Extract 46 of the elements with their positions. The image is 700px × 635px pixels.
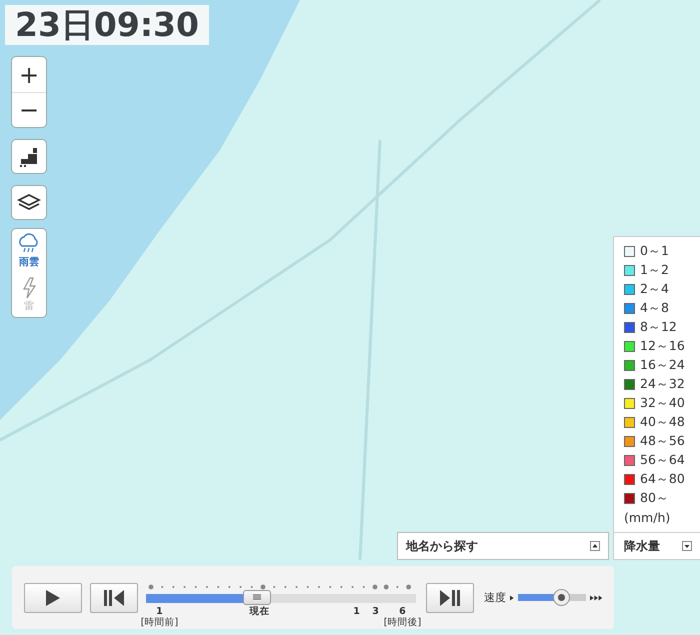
legend-dropdown[interactable]: 降水量 <box>613 532 700 560</box>
play-button[interactable] <box>24 582 82 612</box>
legend-label: 2～4 <box>640 281 669 298</box>
legend-label: 12～16 <box>640 338 685 355</box>
layer-button[interactable]: 雨雲 <box>12 229 46 273</box>
legend-label: 80～ <box>640 490 669 507</box>
legend-label: 4～8 <box>640 300 669 317</box>
rewind-button[interactable] <box>90 582 138 612</box>
fast-icon <box>590 594 602 602</box>
legend-label: 64～80 <box>640 471 685 488</box>
tick-label: 1 <box>156 606 163 616</box>
legend-label: 40～48 <box>640 414 685 431</box>
legend-label: 48～56 <box>640 433 685 450</box>
legend-label: 32～40 <box>640 395 685 412</box>
layers-button[interactable] <box>11 185 47 220</box>
step-forward-button[interactable] <box>426 582 474 612</box>
unit-label: (mm/h) <box>624 509 672 527</box>
tick-sublabel: [時間後] <box>384 616 422 628</box>
japan-map-icon <box>18 146 40 168</box>
legend-label: 56～64 <box>640 452 685 469</box>
legend-label: 8～12 <box>640 319 677 336</box>
legend-label: 16～24 <box>640 357 685 374</box>
tick-label: 6 <box>399 606 406 616</box>
place-search-dropdown[interactable]: 地名から探す <box>397 532 609 560</box>
dropdown-icon <box>590 541 600 551</box>
time-label: 23日09:30 <box>5 5 209 45</box>
play-icon <box>45 588 61 606</box>
tick-label: 3 <box>372 606 379 616</box>
tick-label: 現在 <box>249 606 270 616</box>
legend-label: 0～1 <box>640 243 669 260</box>
slow-icon <box>510 594 514 602</box>
timeline-handle[interactable] <box>242 590 271 604</box>
step-back-icon <box>103 590 125 606</box>
step-forward-icon <box>439 590 461 606</box>
grip-icon <box>252 594 261 600</box>
lightning-icon <box>21 277 37 299</box>
zoom-in-button[interactable]: + <box>12 57 46 92</box>
tick-label: 1 <box>353 606 360 616</box>
legend-label: 1～2 <box>640 262 669 279</box>
legend-label: 24～32 <box>640 376 685 393</box>
japan-map-button[interactable] <box>11 139 47 174</box>
speed-label: 速度 <box>484 590 506 605</box>
zoom-out-button[interactable]: − <box>12 92 46 127</box>
dropdown-icon <box>682 541 692 551</box>
speed-handle[interactable] <box>552 589 570 606</box>
tick-sublabel: [時間前] <box>140 616 178 628</box>
